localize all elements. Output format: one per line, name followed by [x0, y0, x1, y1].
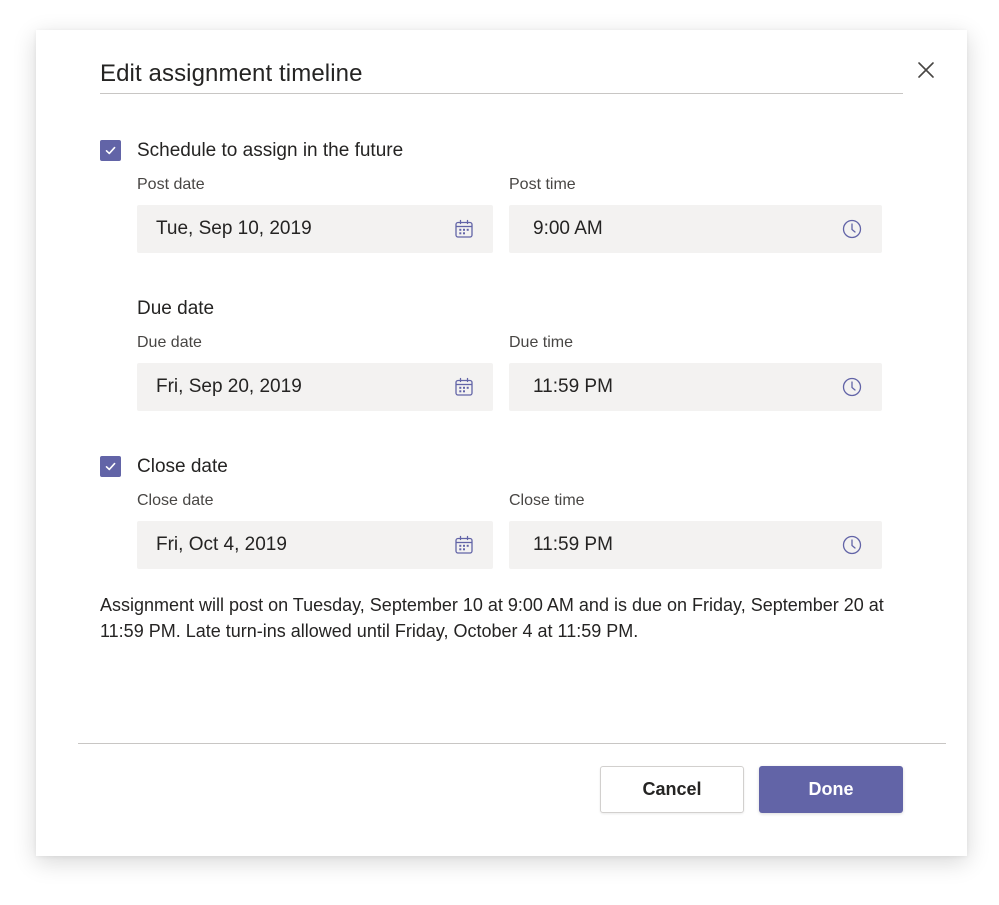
- done-button[interactable]: Done: [759, 766, 903, 813]
- checkmark-icon: [105, 462, 116, 471]
- timeline-summary: Assignment will post on Tuesday, Septemb…: [100, 595, 884, 641]
- due-time-input[interactable]: 11:59 PM: [509, 363, 882, 411]
- post-date-input[interactable]: Tue, Sep 10, 2019: [137, 205, 493, 253]
- clock-icon[interactable]: [841, 534, 863, 556]
- due-date-label: Due date: [137, 334, 202, 351]
- close-icon: [918, 62, 934, 78]
- schedule-checkbox[interactable]: [100, 140, 121, 161]
- close-button[interactable]: [914, 58, 938, 82]
- calendar-icon[interactable]: [453, 218, 475, 240]
- clock-icon[interactable]: [841, 218, 863, 240]
- title-divider: [100, 93, 903, 94]
- due-time-label: Due time: [509, 334, 574, 351]
- clock-icon[interactable]: [841, 376, 863, 398]
- cancel-button[interactable]: Cancel: [600, 766, 744, 813]
- due-date-value: Fri, Sep 20, 2019: [156, 376, 302, 397]
- post-date-value: Tue, Sep 10, 2019: [156, 218, 312, 239]
- due-date-input[interactable]: Fri, Sep 20, 2019: [137, 363, 493, 411]
- close-date-value: Fri, Oct 4, 2019: [156, 534, 287, 555]
- post-time-label: Post time: [509, 176, 576, 193]
- edit-timeline-dialog: Edit assignment timeline Schedule to ass…: [36, 30, 967, 856]
- due-date-heading: Due date: [137, 298, 215, 319]
- dialog-title: Edit assignment timeline: [100, 60, 363, 87]
- post-time-value: 9:00 AM: [533, 218, 603, 239]
- post-date-label: Post date: [137, 176, 205, 193]
- checkmark-icon: [105, 146, 116, 155]
- schedule-label: Schedule to assign in the future: [137, 140, 404, 161]
- close-date-input[interactable]: Fri, Oct 4, 2019: [137, 521, 493, 569]
- calendar-icon[interactable]: [453, 534, 475, 556]
- close-date-checkbox[interactable]: [100, 456, 121, 477]
- close-time-value: 11:59 PM: [533, 534, 613, 555]
- close-date-label: Close date: [137, 492, 214, 509]
- calendar-icon[interactable]: [453, 376, 475, 398]
- close-time-input[interactable]: 11:59 PM: [509, 521, 882, 569]
- close-time-label: Close time: [509, 492, 585, 509]
- post-time-input[interactable]: 9:00 AM: [509, 205, 882, 253]
- footer-divider: [78, 743, 946, 744]
- due-time-value: 11:59 PM: [533, 376, 613, 397]
- close-date-heading: Close date: [137, 456, 228, 477]
